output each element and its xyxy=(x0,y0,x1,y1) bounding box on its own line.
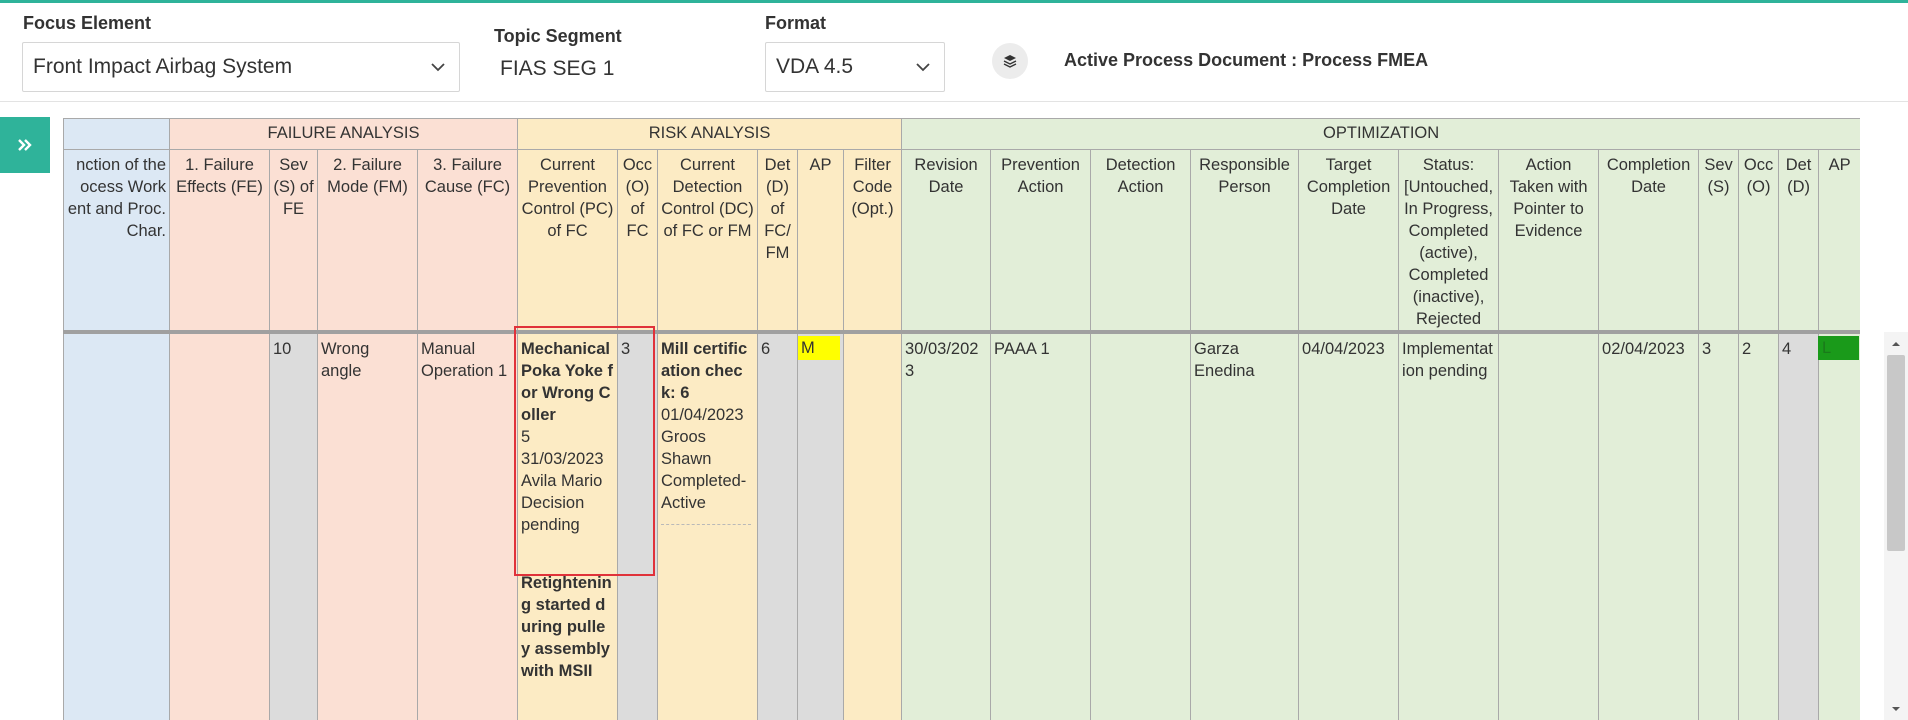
topic-segment-label: Topic Segment xyxy=(494,26,622,46)
col-status: Status: [Untouched, In Progress, Complet… xyxy=(1398,149,1500,334)
cell-severity[interactable]: 10 xyxy=(269,331,318,720)
cell-failure-cause[interactable]: Manual Operation 1 xyxy=(417,331,518,720)
cell-severity-2[interactable]: 3 xyxy=(1698,331,1740,720)
cell-occurrence-2[interactable]: 2 xyxy=(1738,331,1780,720)
format-value: VDA 4.5 xyxy=(776,55,854,78)
scroll-down-icon[interactable] xyxy=(1889,702,1903,716)
table-row: 10 Wrong angle Manual Operation 1 Mechan… xyxy=(63,331,1860,720)
col-prevention-action: Prevention Action xyxy=(990,149,1092,334)
col-detection-control: Current Detection Control (DC) of FC or … xyxy=(657,149,758,334)
cell-status[interactable]: Implementation pending xyxy=(1398,331,1500,720)
cell-completion-date[interactable]: 02/04/2023 xyxy=(1598,331,1700,720)
layers-icon xyxy=(1003,55,1017,68)
pc-entry2-title: Retightening started during pulley assem… xyxy=(521,574,612,680)
topic-segment-value: FIAS SEG 1 xyxy=(500,57,615,80)
group-failure-analysis: FAILURE ANALYSIS xyxy=(169,118,518,150)
dc-entry-title: Mill certification check: 6 xyxy=(661,340,748,402)
ap-low-badge: L xyxy=(1818,336,1859,360)
fmea-table: FAILURE ANALYSIS RISK ANALYSIS OPTIMIZAT… xyxy=(63,118,1860,720)
dc-entry-status: Completed-Active xyxy=(661,472,747,512)
col-failure-effects: 1. Failure Effects (FE) xyxy=(169,149,270,334)
focus-element-label: Focus Element xyxy=(23,13,152,33)
cell-target-completion[interactable]: 04/04/2023 xyxy=(1298,331,1400,720)
pc-entry-date: 31/03/2023 xyxy=(521,450,604,468)
chevron-down-icon xyxy=(431,63,445,72)
focus-element-value: Front Impact Airbag System xyxy=(33,55,293,78)
cell-ap[interactable] xyxy=(797,331,844,720)
active-document-title: Active Process Document : Process FMEA xyxy=(1064,50,1429,70)
cell-prevention-action[interactable]: PAAA 1 xyxy=(990,331,1092,720)
scrollbar-thumb[interactable] xyxy=(1887,355,1905,551)
cell-function[interactable] xyxy=(63,331,170,720)
group-optimization: OPTIMIZATION xyxy=(901,118,1860,150)
pc-entry-person: Avila Mario xyxy=(521,472,603,490)
cell-detection-2[interactable]: 4 xyxy=(1778,331,1820,720)
column-header-row: nction of the ocess Work ent and Proc. C… xyxy=(63,149,1860,334)
col-detection: Det (D) of FC/ FM xyxy=(757,149,798,334)
cell-responsible-person[interactable]: Garza Enedina xyxy=(1190,331,1300,720)
col-detection-action: Detection Action xyxy=(1090,149,1192,334)
focus-element-select[interactable]: Front Impact Airbag System xyxy=(22,42,460,92)
cell-ap-2[interactable] xyxy=(1818,331,1860,720)
col-detection-2: Det (D) xyxy=(1778,149,1820,334)
format-select[interactable]: VDA 4.5 xyxy=(765,42,945,92)
cell-failure-effects[interactable] xyxy=(169,331,270,720)
ap-medium-badge: M xyxy=(798,336,840,360)
cell-occurrence[interactable]: 3 xyxy=(617,331,658,720)
pc-entry-occurrence: 5 xyxy=(521,428,531,446)
double-chevron-right-icon xyxy=(18,139,32,151)
cell-revision-date[interactable]: 30/03/2023 xyxy=(901,331,992,720)
cell-failure-mode[interactable]: Wrong angle xyxy=(317,331,418,720)
col-prevention-control: Current Prevention Control (PC) of FC xyxy=(517,149,618,334)
cell-prevention-control[interactable]: Mechanical Poka Yoke for Wrong Coller 5 … xyxy=(517,331,618,720)
col-failure-mode: 2. Failure Mode (FM) xyxy=(317,149,418,334)
cell-action-taken[interactable] xyxy=(1498,331,1600,720)
pc-entry-status: Decision pending xyxy=(521,494,585,534)
col-severity-2: Sev (S) xyxy=(1698,149,1740,334)
format-label: Format xyxy=(765,13,827,33)
col-filter-code: Filter Code (Opt.) xyxy=(842,149,903,334)
expand-panel-button[interactable] xyxy=(0,117,50,173)
dc-divider xyxy=(661,524,751,525)
group-function xyxy=(63,118,170,150)
layers-button[interactable] xyxy=(992,43,1028,79)
group-risk-analysis: RISK ANALYSIS xyxy=(516,118,903,150)
col-responsible-person: Responsible Person xyxy=(1190,149,1300,334)
col-completion-date: Completion Date xyxy=(1598,149,1700,334)
toolbar: Focus Element Front Impact Airbag System… xyxy=(0,3,1908,102)
col-action-taken: Action Taken with Pointer to Evidence xyxy=(1498,149,1600,334)
dc-entry-date: 01/04/2023 xyxy=(661,406,744,424)
col-occurrence: Occ (O) of FC xyxy=(617,149,658,334)
col-failure-cause: 3. Failure Cause (FC) xyxy=(417,149,518,334)
col-revision-date: Revision Date xyxy=(901,149,992,334)
scroll-up-icon[interactable] xyxy=(1889,337,1903,351)
col-occurrence-2: Occ (O) xyxy=(1738,149,1780,334)
col-function: nction of the ocess Work ent and Proc. C… xyxy=(63,149,170,334)
chevron-down-icon xyxy=(916,63,930,72)
col-target-completion: Target Completion Date xyxy=(1298,149,1400,334)
cell-detection[interactable]: 6 xyxy=(757,331,798,720)
col-ap: AP xyxy=(797,149,844,334)
cell-detection-action[interactable] xyxy=(1090,331,1192,720)
cell-detection-control[interactable]: Mill certification check: 6 01/04/2023 G… xyxy=(657,331,758,720)
pc-entry-title: Mechanical Poka Yoke for Wrong Coller xyxy=(521,340,614,424)
fmea-grid: FAILURE ANALYSIS RISK ANALYSIS OPTIMIZAT… xyxy=(63,118,1860,720)
group-header-row: FAILURE ANALYSIS RISK ANALYSIS OPTIMIZAT… xyxy=(63,118,1860,150)
col-ap-2: AP xyxy=(1818,149,1860,334)
dc-entry-person: Groos Shawn xyxy=(661,428,712,468)
cell-filter-code[interactable] xyxy=(842,331,903,720)
col-severity: Sev (S) of FE xyxy=(269,149,318,334)
